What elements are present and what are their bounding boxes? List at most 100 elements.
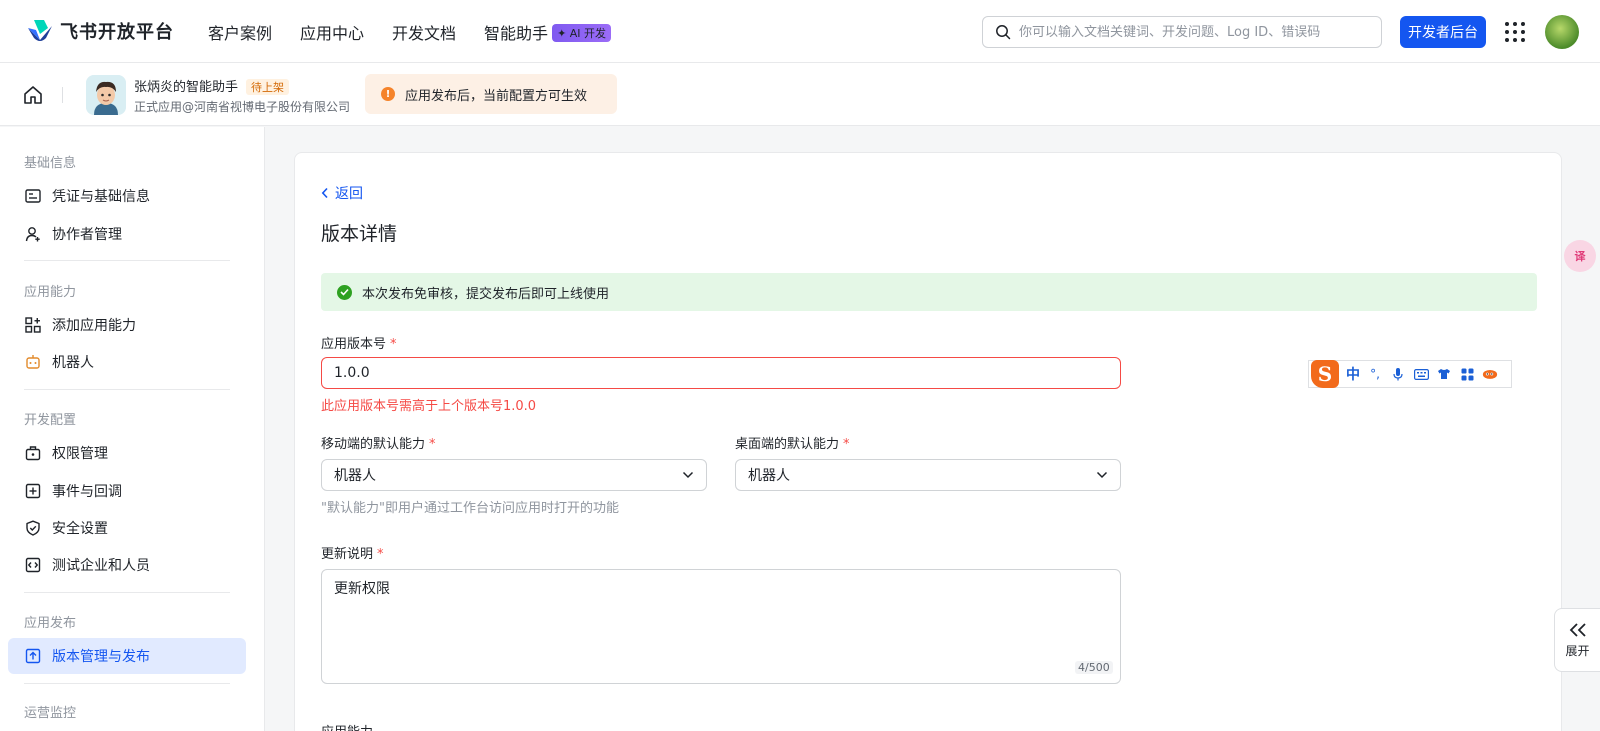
nav-smart-assistant[interactable]: 智能助手 ✦ AI 开发 <box>484 20 612 44</box>
sidebar-item-security[interactable]: 安全设置 <box>8 510 246 546</box>
assistant-avatar-icon <box>86 75 126 115</box>
publish-notice: ! 应用发布后，当前配置方可生效 <box>365 74 617 114</box>
page-title: 版本详情 <box>321 223 398 245</box>
version-number-input[interactable] <box>321 357 1121 389</box>
character-counter: 4/500 <box>1075 661 1113 674</box>
desktop-default-label: 桌面端的默认能力 * <box>735 433 850 452</box>
mobile-default-select[interactable]: 机器人 <box>321 459 707 491</box>
required-mark: * <box>843 437 850 452</box>
double-chevron-left-icon <box>1569 622 1586 637</box>
warning-icon: ! <box>381 87 395 101</box>
user-avatar[interactable] <box>1545 15 1579 49</box>
status-badge: 待上架 <box>246 79 290 95</box>
event-plus-icon <box>24 482 42 500</box>
keyboard-icon[interactable] <box>1413 367 1429 381</box>
version-detail-card: 返回 版本详情 本次发布免审核，提交发布后即可上线使用 应用版本号* 此应用版本… <box>294 152 1562 731</box>
default-capability-hint: "默认能力"即用户通过工作台访问应用时打开的功能 <box>321 501 619 516</box>
top-header: 飞书开放平台 客户案例 应用中心 开发文档 智能助手✦ AI 开发 开发者后台 <box>0 0 1600 63</box>
ime-punctuation-toggle[interactable]: °, <box>1367 367 1383 381</box>
desktop-default-select[interactable]: 机器人 <box>735 459 1121 491</box>
developer-console-button[interactable]: 开发者后台 <box>1400 16 1486 48</box>
sidebar-item-label: 机器人 <box>52 355 94 371</box>
search-input[interactable] <box>1019 24 1359 40</box>
toolbox-grid-icon[interactable] <box>1459 367 1475 381</box>
sidebar-item-label: 添加应用能力 <box>52 318 136 334</box>
logo-text: 飞书开放平台 <box>60 22 174 43</box>
top-nav: 客户案例 应用中心 开发文档 智能助手 ✦ AI 开发 <box>208 20 612 44</box>
publish-notice-text: 应用发布后，当前配置方可生效 <box>405 88 588 104</box>
sidebar-divider <box>24 260 230 261</box>
success-alert: 本次发布免审核，提交发布后即可上线使用 <box>321 273 1537 311</box>
chevron-down-icon <box>1096 471 1108 479</box>
chevron-down-icon <box>682 471 694 479</box>
lock-bag-icon <box>24 444 42 462</box>
ime-mascot-icon[interactable] <box>1482 367 1498 381</box>
skin-shirt-icon[interactable] <box>1436 367 1452 381</box>
app-organization: 正式应用@河南省视博电子股份有限公司 <box>134 100 351 114</box>
sidebar-group-capabilities: 应用能力 <box>24 285 77 300</box>
sidebar-item-version-release[interactable]: 版本管理与发布 <box>8 638 246 674</box>
bot-icon <box>24 353 42 371</box>
success-message: 本次发布免审核，提交发布后即可上线使用 <box>362 286 610 302</box>
translate-icon[interactable]: 译 <box>1564 240 1596 272</box>
nav-customer-cases[interactable]: 客户案例 <box>208 20 272 44</box>
check-circle-icon <box>337 284 352 300</box>
sidebar-divider <box>24 389 230 390</box>
sidebar-item-test-tenants[interactable]: 测试企业和人员 <box>8 547 246 583</box>
nav-app-center[interactable]: 应用中心 <box>300 20 364 44</box>
sidebar-group-release: 应用发布 <box>24 616 77 631</box>
desktop-default-label-text: 桌面端的默认能力 <box>735 437 840 452</box>
nav-smart-assistant-label: 智能助手 <box>484 24 549 43</box>
app-name: 张炳炎的智能助手 待上架 <box>134 76 290 95</box>
sogou-ime-logo[interactable]: S <box>1311 360 1339 388</box>
divider <box>62 87 63 103</box>
chevron-left-icon <box>321 187 328 199</box>
mobile-default-label-text: 移动端的默认能力 <box>321 437 426 452</box>
sidebar-item-label: 安全设置 <box>52 521 108 537</box>
sidebar-group-dev-config: 开发配置 <box>24 413 77 428</box>
app-grid-icon[interactable] <box>1505 22 1525 42</box>
update-notes-label: 更新说明 * <box>321 543 384 562</box>
sidebar-item-credentials[interactable]: 凭证与基础信息 <box>8 178 246 214</box>
required-mark: * <box>377 547 384 562</box>
app-name-text: 张炳炎的智能助手 <box>134 80 239 95</box>
apps-add-icon <box>24 316 42 334</box>
sidebar-item-permissions[interactable]: 权限管理 <box>8 435 246 471</box>
home-icon[interactable] <box>22 84 44 106</box>
id-card-icon <box>24 187 42 205</box>
code-icon <box>24 556 42 574</box>
version-label: 应用版本号 * <box>321 333 397 352</box>
ai-dev-badge: ✦ AI 开发 <box>552 24 612 42</box>
feishu-logo-icon <box>28 20 52 41</box>
desktop-default-value: 机器人 <box>748 468 790 484</box>
upload-icon <box>24 647 42 665</box>
sidebar-item-collaborators[interactable]: 协作者管理 <box>8 216 246 252</box>
sidebar-item-add-capability[interactable]: 添加应用能力 <box>8 307 246 343</box>
sidebar-group-basic: 基础信息 <box>24 156 77 171</box>
search-icon <box>996 25 1011 40</box>
shield-icon <box>24 519 42 537</box>
app-avatar <box>86 75 126 115</box>
version-label-text: 应用版本号 <box>321 337 387 352</box>
sidebar: 基础信息 凭证与基础信息 协作者管理 应用能力 添加应用能力 机器人 开发配置 … <box>0 127 265 731</box>
ime-toolbar[interactable]: S 中 °, <box>1308 360 1512 388</box>
sidebar-item-bot[interactable]: 机器人 <box>8 344 246 380</box>
user-add-icon <box>24 225 42 243</box>
sidebar-divider <box>24 683 230 684</box>
update-notes-label-text: 更新说明 <box>321 547 374 562</box>
update-notes-textarea[interactable]: 更新权限 <box>321 569 1121 684</box>
sidebar-item-events-callbacks[interactable]: 事件与回调 <box>8 473 246 509</box>
doc-search-box[interactable] <box>982 16 1382 48</box>
ime-mode-toggle[interactable]: 中 <box>1346 364 1360 384</box>
app-subheader: 张炳炎的智能助手 待上架 正式应用@河南省视博电子股份有限公司 ! 应用发布后，当… <box>0 63 1600 126</box>
back-link[interactable]: 返回 <box>321 183 363 203</box>
mobile-default-value: 机器人 <box>334 468 376 484</box>
nav-dev-docs[interactable]: 开发文档 <box>392 20 456 44</box>
microphone-icon[interactable] <box>1390 367 1406 381</box>
expand-panel-button[interactable]: 展开 <box>1554 608 1600 672</box>
sidebar-item-label: 权限管理 <box>52 446 108 462</box>
version-error-text: 此应用版本号需高于上个版本号1.0.0 <box>321 399 537 414</box>
expand-label: 展开 <box>1565 643 1590 658</box>
feishu-open-platform-logo[interactable]: 飞书开放平台 <box>26 18 174 44</box>
sidebar-group-monitoring: 运营监控 <box>24 706 77 721</box>
